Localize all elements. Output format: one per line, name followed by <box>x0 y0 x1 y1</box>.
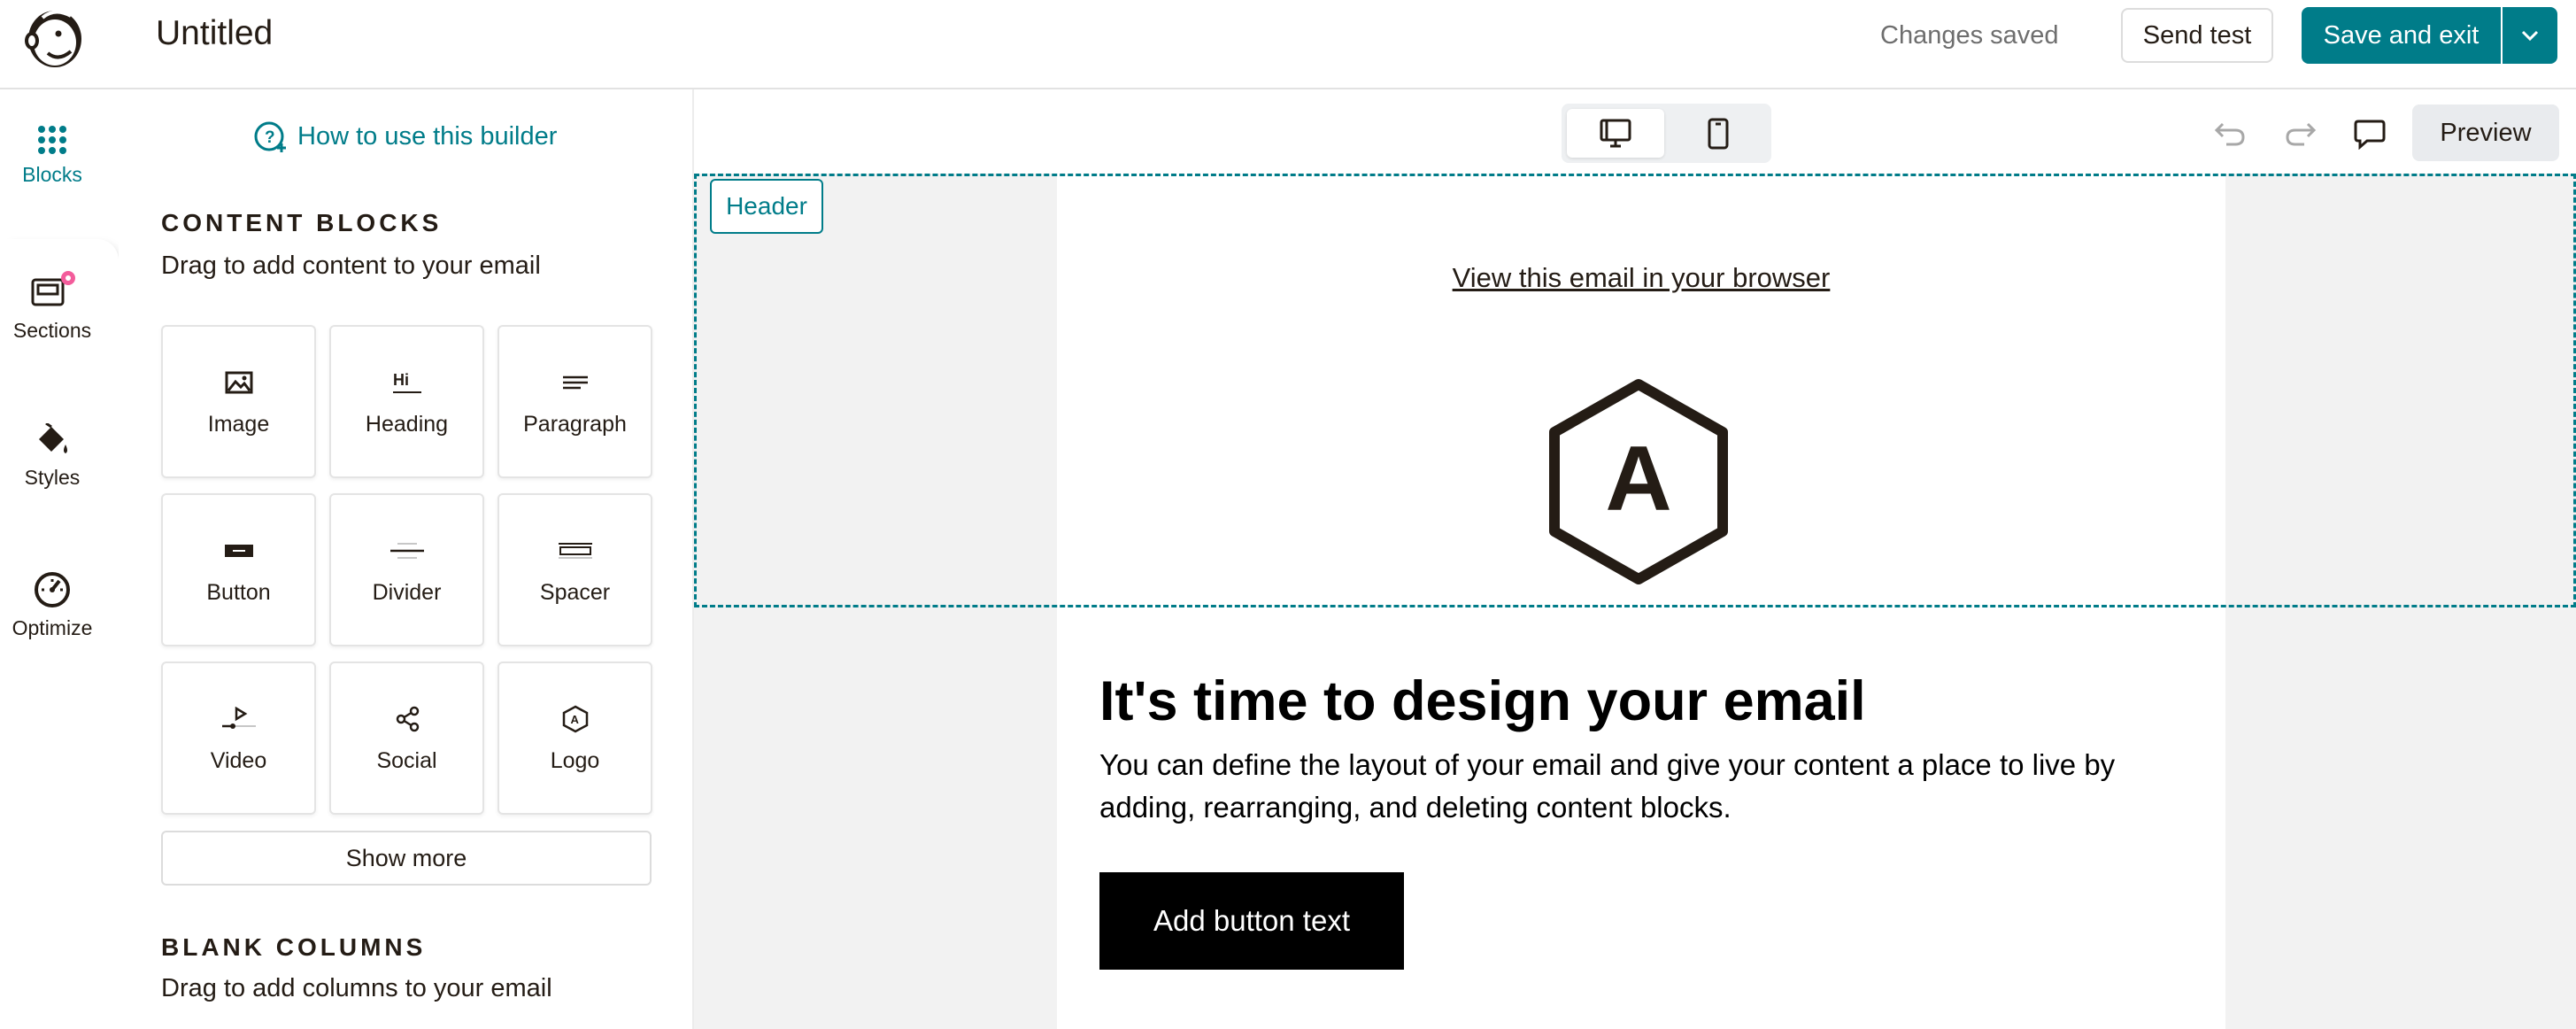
logo-icon: A <box>562 705 588 733</box>
heading-icon: Hi <box>392 371 421 393</box>
save-status: Changes saved <box>1880 21 2059 50</box>
tile-label: Spacer <box>539 580 611 605</box>
paint-bucket-icon <box>39 423 67 453</box>
logo-placeholder[interactable]: A <box>1546 377 1731 586</box>
page-title[interactable]: Untitled <box>156 14 273 53</box>
tile-label: Logo <box>550 748 600 773</box>
rail-item-sections[interactable]: Sections <box>0 271 104 343</box>
email-paragraph[interactable]: You can define the layout of your email … <box>1099 744 2162 829</box>
redo-icon <box>2286 122 2317 146</box>
email-cta-button[interactable]: Add button text <box>1099 872 1404 970</box>
block-tile-heading[interactable]: Hi Heading <box>329 325 484 478</box>
email-heading[interactable]: It's time to design your email <box>1099 669 1866 733</box>
block-tile-spacer[interactable]: Spacer <box>497 493 652 646</box>
comments-button[interactable] <box>2348 112 2392 156</box>
header-section-tag[interactable]: Header <box>710 179 823 234</box>
tile-label: Social <box>376 748 437 773</box>
blank-columns-heading: BLANK COLUMNS <box>161 933 427 961</box>
mobile-icon <box>1708 118 1729 149</box>
tile-label: Button <box>206 580 271 605</box>
block-tile-video[interactable]: Video <box>161 662 316 815</box>
redo-button[interactable] <box>2279 112 2323 156</box>
chevron-down-icon <box>2521 30 2539 42</box>
paragraph-icon <box>562 375 588 390</box>
help-link-label: How to use this builder <box>297 121 558 151</box>
help-link[interactable]: ? How to use this builder <box>253 119 557 154</box>
comment-icon <box>2354 120 2386 150</box>
content-blocks-subtitle: Drag to add content to your email <box>161 251 541 280</box>
grid-icon <box>38 126 66 154</box>
logo-letter: A <box>1605 428 1671 530</box>
preview-button[interactable]: Preview <box>2412 104 2559 161</box>
image-icon <box>225 371 252 394</box>
blank-columns-subtitle: Drag to add columns to your email <box>161 974 552 1002</box>
mobile-view-button[interactable] <box>1670 109 1767 158</box>
rail-item-styles[interactable]: Styles <box>0 423 104 490</box>
block-tile-button[interactable]: Button <box>161 493 316 646</box>
video-icon <box>221 707 256 729</box>
block-tile-image[interactable]: Image <box>161 325 316 478</box>
undo-icon <box>2214 122 2245 146</box>
rail-item-optimize[interactable]: Optimize <box>0 570 104 640</box>
tile-label: Image <box>207 412 270 437</box>
sections-icon <box>31 271 75 306</box>
rail-label-styles: Styles <box>24 466 81 489</box>
view-in-browser-link[interactable]: View this email in your browser <box>1057 262 2225 294</box>
help-sparkle-icon: ? <box>254 121 286 152</box>
device-toggle <box>1562 104 1771 163</box>
rail-label-optimize: Optimize <box>12 616 93 639</box>
save-options-dropdown[interactable] <box>2503 7 2557 64</box>
tile-label: Heading <box>365 412 449 437</box>
desktop-view-button[interactable] <box>1567 109 1664 158</box>
undo-button[interactable] <box>2208 112 2252 156</box>
rail-label-blocks: Blocks <box>22 163 82 186</box>
tile-label: Paragraph <box>523 412 627 437</box>
svg-text:A: A <box>570 713 579 726</box>
spacer-icon <box>558 543 592 559</box>
button-icon <box>224 545 253 557</box>
tile-label: Divider <box>372 580 442 605</box>
block-tile-paragraph[interactable]: Paragraph <box>497 325 652 478</box>
divider-icon <box>389 543 424 559</box>
share-icon <box>396 706 419 732</box>
mailchimp-logo-icon[interactable] <box>16 2 90 71</box>
content-blocks-heading: CONTENT BLOCKS <box>161 209 443 236</box>
tile-label: Video <box>210 748 267 773</box>
block-tile-divider[interactable]: Divider <box>329 493 484 646</box>
block-tile-logo[interactable]: A Logo <box>497 662 652 815</box>
rail-item-blocks[interactable]: Blocks <box>0 124 104 187</box>
desktop-icon <box>1600 119 1631 147</box>
gauge-icon <box>35 572 70 607</box>
svg-text:Hi: Hi <box>393 371 409 389</box>
send-test-button[interactable]: Send test <box>2121 8 2273 63</box>
rail-label-sections: Sections <box>12 319 92 342</box>
top-bar: Untitled Changes saved Send test Save an… <box>0 0 2576 89</box>
save-and-exit-button[interactable]: Save and exit <box>2302 7 2501 64</box>
svg-text:?: ? <box>265 128 275 147</box>
block-tile-social[interactable]: Social <box>329 662 484 815</box>
show-more-button[interactable]: Show more <box>161 831 652 886</box>
